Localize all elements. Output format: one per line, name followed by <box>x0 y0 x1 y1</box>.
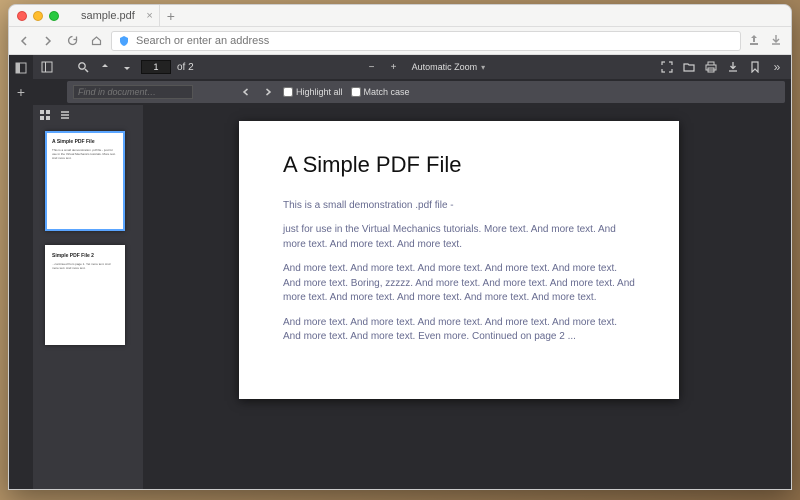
findbar: Highlight all Match case <box>67 81 785 103</box>
open-file-button[interactable] <box>681 59 697 75</box>
sidebar-tabs <box>33 105 143 125</box>
toggle-sidebar-button[interactable] <box>39 59 55 75</box>
page-number-input[interactable] <box>141 60 171 74</box>
address-bar[interactable] <box>111 31 741 51</box>
find-button[interactable] <box>75 59 91 75</box>
presentation-mode-button[interactable] <box>659 59 675 75</box>
find-input[interactable] <box>73 85 193 99</box>
zoom-in-button[interactable]: + <box>386 59 402 75</box>
maximize-window-button[interactable] <box>49 11 59 21</box>
site-identity-icon <box>118 35 130 47</box>
outline-tab-icon[interactable] <box>59 109 71 121</box>
content-area: + of 2 − + <box>9 55 791 489</box>
thumbnail-2-snippet: ...continued from page 1. Yet more text.… <box>52 262 110 270</box>
match-case-checkbox[interactable]: Match case <box>351 87 410 97</box>
prev-page-button[interactable] <box>97 59 113 75</box>
find-next-button[interactable] <box>261 85 275 99</box>
bookmark-button[interactable] <box>747 59 763 75</box>
browser-sidebar-rail: + <box>9 55 33 489</box>
viewer-body: A Simple PDF File This is a small demons… <box>33 105 791 489</box>
tab-title: sample.pdf <box>81 10 135 22</box>
minimize-window-button[interactable] <box>33 11 43 21</box>
address-input[interactable] <box>136 35 734 47</box>
page-area[interactable]: A Simple PDF File This is a small demons… <box>143 105 775 489</box>
address-bar-row <box>9 27 791 55</box>
tools-button[interactable]: » <box>769 59 785 75</box>
new-tab-button[interactable]: + <box>160 8 182 24</box>
match-case-label: Match case <box>364 87 410 97</box>
download-button[interactable] <box>725 59 741 75</box>
back-button[interactable] <box>15 32 33 50</box>
browser-tab[interactable]: sample.pdf × <box>73 5 160 27</box>
scrollbar-track[interactable] <box>775 105 791 489</box>
page-total-label: of 2 <box>177 62 194 73</box>
print-button[interactable] <box>703 59 719 75</box>
highlight-all-checkbox[interactable]: Highlight all <box>283 87 343 97</box>
thumbnail-1-snippet: This is a small demonstration .pdf file … <box>52 148 116 160</box>
zoom-out-button[interactable]: − <box>364 59 380 75</box>
pdf-toolbar: of 2 − + Automatic Zoom ▾ <box>33 55 791 79</box>
thumbnails-tab-icon[interactable] <box>39 109 51 121</box>
document-title: A Simple PDF File <box>283 149 635 181</box>
paragraph-4: And more text. And more text. And more t… <box>283 316 635 345</box>
thumbnails-panel: A Simple PDF File This is a small demons… <box>33 105 143 489</box>
window-controls <box>17 11 59 21</box>
thumbnail-page-2[interactable]: Simple PDF File 2 ...continued from page… <box>45 245 125 345</box>
plus-icon[interactable]: + <box>14 85 28 99</box>
close-tab-button[interactable]: × <box>146 10 152 22</box>
find-prev-button[interactable] <box>239 85 253 99</box>
sidebar-toggle-icon[interactable] <box>14 61 28 75</box>
downloads-icon[interactable] <box>769 33 785 49</box>
titlebar: sample.pdf × + <box>9 5 791 27</box>
next-page-button[interactable] <box>119 59 135 75</box>
close-window-button[interactable] <box>17 11 27 21</box>
thumbnail-list: A Simple PDF File This is a small demons… <box>33 125 143 489</box>
pdf-viewer: of 2 − + Automatic Zoom ▾ <box>33 55 791 489</box>
share-icon[interactable] <box>747 33 763 49</box>
browser-window: sample.pdf × + <box>8 4 792 490</box>
paragraph-3: And more text. And more text. And more t… <box>283 262 635 306</box>
highlight-all-label: Highlight all <box>296 87 343 97</box>
thumbnail-2-title: Simple PDF File 2 <box>52 253 118 259</box>
pdf-page-1: A Simple PDF File This is a small demons… <box>239 121 679 399</box>
match-case-input[interactable] <box>351 87 361 97</box>
paragraph-1: This is a small demonstration .pdf file … <box>283 199 635 214</box>
highlight-all-input[interactable] <box>283 87 293 97</box>
reload-button[interactable] <box>63 32 81 50</box>
thumbnail-page-1[interactable]: A Simple PDF File This is a small demons… <box>45 131 125 231</box>
zoom-label: Automatic Zoom <box>412 62 478 72</box>
paragraph-2: just for use in the Virtual Mechanics tu… <box>283 223 635 252</box>
thumbnail-1-title: A Simple PDF File <box>52 139 118 145</box>
forward-button[interactable] <box>39 32 57 50</box>
chevron-down-icon: ▾ <box>481 63 485 72</box>
home-button[interactable] <box>87 32 105 50</box>
zoom-select[interactable]: Automatic Zoom ▾ <box>408 62 490 72</box>
